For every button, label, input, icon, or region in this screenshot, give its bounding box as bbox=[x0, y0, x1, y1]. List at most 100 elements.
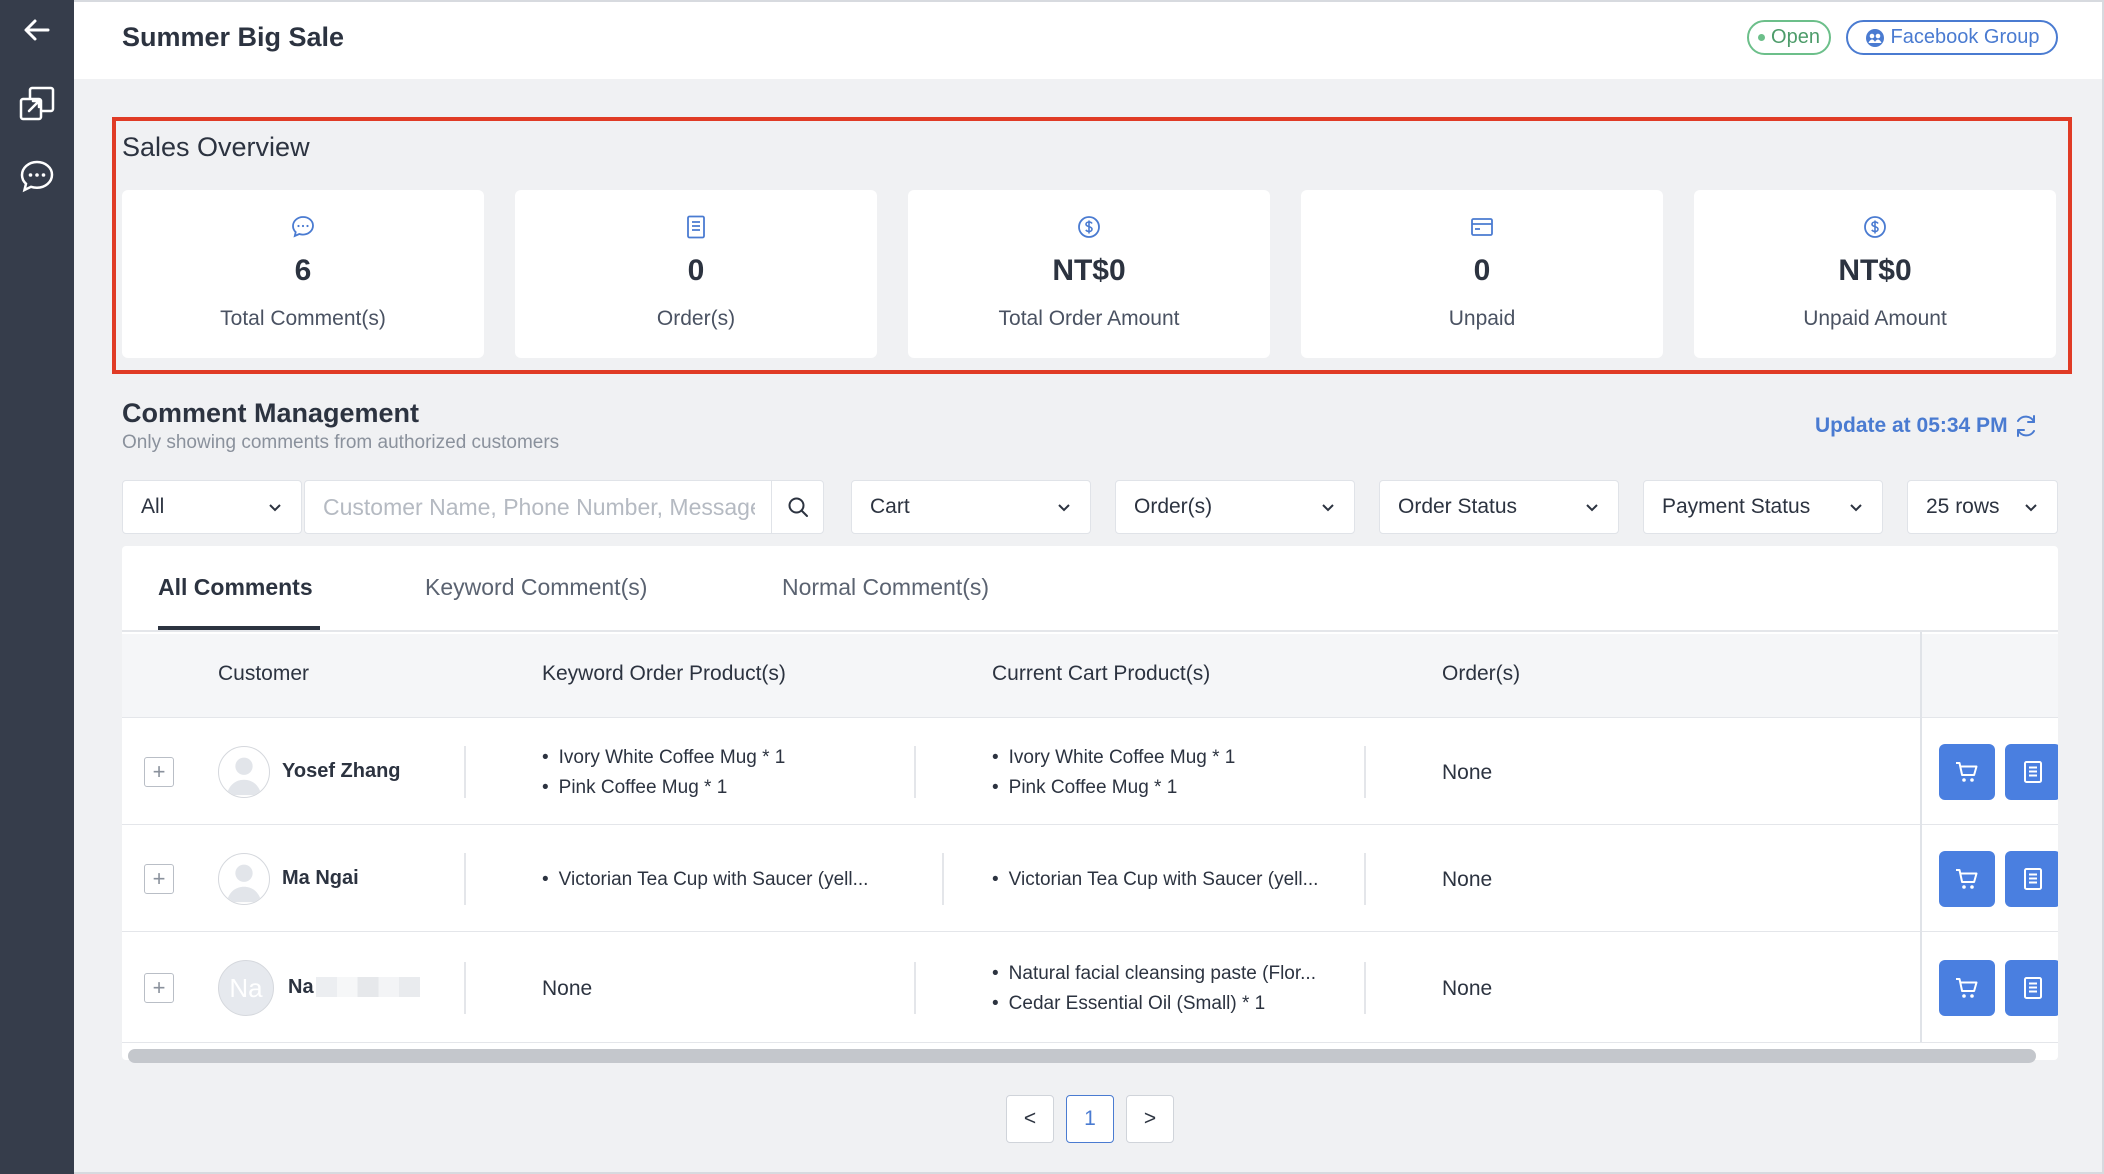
stat-label: Unpaid bbox=[1448, 307, 1516, 330]
expand-row-button[interactable]: + bbox=[144, 973, 174, 1003]
scope-select[interactable]: All bbox=[122, 480, 302, 534]
column-header-keyword-products: Keyword Order Product(s) bbox=[542, 662, 786, 685]
table-row: + Yosef Zhang Ivory White Coffee Mug * 1… bbox=[122, 719, 2058, 825]
prev-page-button[interactable]: < bbox=[1006, 1095, 1054, 1143]
stat-label: Total Order Amount bbox=[998, 307, 1180, 330]
search-box bbox=[304, 480, 824, 534]
orders-value: None bbox=[1442, 977, 1493, 1000]
stat-card-total-order-amount: NT$0 Total Order Amount bbox=[908, 190, 1270, 358]
list-item: Pink Coffee Mug * 1 bbox=[542, 773, 785, 803]
payment-status-value: Payment Status bbox=[1662, 495, 1811, 518]
group-icon bbox=[1865, 28, 1884, 47]
tab-keyword-comments[interactable]: Keyword Comment(s) bbox=[425, 574, 647, 601]
expand-row-button[interactable]: + bbox=[144, 757, 174, 787]
cart-products-list: Victorian Tea Cup with Saucer (yell... bbox=[992, 865, 1319, 895]
tab-all-comments[interactable]: All Comments bbox=[158, 574, 313, 601]
dollar-icon bbox=[1864, 216, 1886, 238]
order-status-value: Order Status bbox=[1398, 495, 1518, 518]
export-icon[interactable] bbox=[13, 80, 61, 128]
column-separator bbox=[914, 746, 916, 798]
left-sidebar bbox=[0, 0, 74, 1174]
avatar bbox=[218, 746, 270, 798]
dollar-icon bbox=[1078, 216, 1100, 238]
list-item: Natural facial cleansing paste (Flor... bbox=[992, 959, 1316, 989]
update-label: Update at 05:34 PM bbox=[1815, 414, 2008, 437]
main-content: Summer Big Sale Open Facebook Group Sale… bbox=[74, 0, 2104, 1174]
column-separator bbox=[464, 853, 466, 905]
orders-value: None bbox=[1442, 868, 1493, 891]
next-page-button[interactable]: > bbox=[1126, 1095, 1174, 1143]
payment-status-select[interactable]: Payment Status bbox=[1643, 480, 1883, 534]
horizontal-scrollbar[interactable] bbox=[128, 1049, 2036, 1063]
search-icon bbox=[788, 497, 808, 517]
update-button[interactable]: Update at 05:34 PM bbox=[1815, 412, 2040, 440]
comments-panel: All Comments Keyword Comment(s) Normal C… bbox=[122, 546, 2058, 1060]
stat-card-orders: 0 Order(s) bbox=[515, 190, 877, 358]
column-header-orders: Order(s) bbox=[1442, 662, 1521, 685]
page-1-button[interactable]: 1 bbox=[1066, 1095, 1114, 1143]
column-separator bbox=[464, 962, 466, 1014]
orders-select[interactable]: Order(s) bbox=[1115, 480, 1355, 534]
orders-value: None bbox=[1442, 761, 1493, 784]
topbar: Summer Big Sale Open Facebook Group bbox=[74, 2, 2102, 79]
avatar bbox=[218, 853, 270, 905]
redacted-name-blur bbox=[316, 977, 420, 997]
cart-products-list: Natural facial cleansing paste (Flor... … bbox=[992, 959, 1316, 1019]
cart-value: Cart bbox=[870, 495, 910, 518]
stat-label: Order(s) bbox=[656, 307, 736, 330]
chevron-down-icon bbox=[1586, 504, 1598, 512]
stat-value: 6 bbox=[294, 254, 312, 287]
stat-value: 0 bbox=[1473, 254, 1491, 287]
chat-icon[interactable] bbox=[13, 152, 61, 200]
order-status-select[interactable]: Order Status bbox=[1379, 480, 1619, 534]
back-arrow-icon[interactable] bbox=[13, 6, 61, 54]
comment-management-title: Comment Management bbox=[122, 398, 420, 428]
scope-value: All bbox=[141, 495, 165, 518]
customer-name[interactable]: Yosef Zhang bbox=[282, 760, 401, 783]
stat-card-unpaid: 0 Unpaid bbox=[1301, 190, 1663, 358]
orders-value: Order(s) bbox=[1134, 495, 1213, 518]
tab-normal-comments[interactable]: Normal Comment(s) bbox=[782, 574, 989, 601]
chevron-down-icon bbox=[1058, 504, 1070, 512]
search-input[interactable] bbox=[305, 481, 773, 533]
table-row: + Na Na None Natural facial cleansing pa… bbox=[122, 933, 2058, 1043]
action-column-divider bbox=[1920, 632, 2058, 1042]
source-label: Facebook Group bbox=[1890, 26, 2040, 48]
chevron-down-icon bbox=[2025, 504, 2037, 512]
cart-products-list: Ivory White Coffee Mug * 1 Pink Coffee M… bbox=[992, 743, 1236, 803]
list-item: Ivory White Coffee Mug * 1 bbox=[992, 743, 1236, 773]
stat-value: NT$0 bbox=[1838, 254, 1912, 287]
page-title: Summer Big Sale bbox=[122, 22, 345, 52]
column-header-cart-products: Current Cart Product(s) bbox=[992, 662, 1211, 685]
column-separator bbox=[1364, 853, 1366, 905]
status-badge: Open bbox=[1747, 20, 1831, 55]
stat-card-total-comments: 6 Total Comment(s) bbox=[122, 190, 484, 358]
column-header-customer: Customer bbox=[218, 662, 310, 685]
table-row: + Ma Ngai Victorian Tea Cup with Saucer … bbox=[122, 826, 2058, 932]
chevron-down-icon bbox=[269, 504, 281, 512]
column-separator bbox=[914, 962, 916, 1014]
column-separator bbox=[1364, 746, 1366, 798]
stat-card-unpaid-amount: NT$0 Unpaid Amount bbox=[1694, 190, 2056, 358]
expand-row-button[interactable]: + bbox=[144, 864, 174, 894]
customer-name[interactable]: Ma Ngai bbox=[282, 867, 359, 890]
stat-label: Unpaid Amount bbox=[1803, 307, 1947, 330]
rows-per-page-select[interactable]: 25 rows bbox=[1907, 480, 2058, 534]
avatar-initials: Na bbox=[229, 972, 263, 1003]
chevron-down-icon bbox=[1850, 504, 1862, 512]
list-item: Ivory White Coffee Mug * 1 bbox=[542, 743, 786, 773]
user-avatar-icon bbox=[226, 864, 262, 903]
column-separator bbox=[1364, 962, 1366, 1014]
stat-label: Total Comment(s) bbox=[220, 307, 386, 330]
table-header: Customer Keyword Order Product(s) Curren… bbox=[122, 634, 2058, 718]
search-button[interactable] bbox=[771, 481, 823, 533]
status-label: Open bbox=[1771, 26, 1820, 48]
column-separator bbox=[942, 853, 944, 905]
keyword-products-list: Victorian Tea Cup with Saucer (yell... bbox=[542, 865, 869, 895]
cart-select[interactable]: Cart bbox=[851, 480, 1091, 534]
status-dot-icon bbox=[1758, 34, 1766, 41]
list-item: Cedar Essential Oil (Small) * 1 bbox=[992, 989, 1316, 1019]
customer-name[interactable]: Na bbox=[288, 976, 314, 999]
source-badge[interactable]: Facebook Group bbox=[1846, 20, 2058, 55]
stat-value: 0 bbox=[687, 254, 705, 287]
